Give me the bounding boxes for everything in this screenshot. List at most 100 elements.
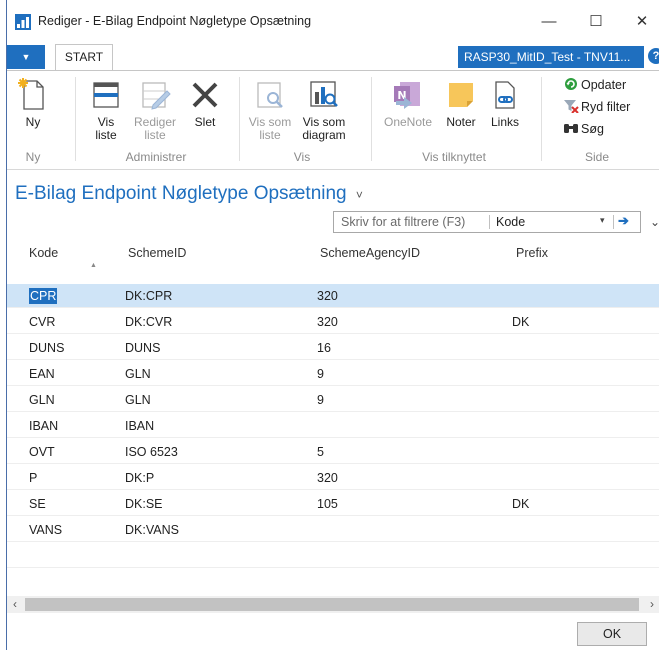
delete-button[interactable]: Slet (185, 77, 225, 129)
cell-agency[interactable]: 16 (317, 341, 331, 355)
refresh-button[interactable]: Opdater (563, 77, 626, 92)
table-row[interactable]: VANS DK:VANS (7, 518, 659, 542)
title-chevron-icon[interactable]: ˅ (356, 188, 363, 202)
sticky-note-icon (449, 83, 473, 107)
scroll-left-icon[interactable]: ‹ (7, 597, 23, 612)
table-row[interactable]: CVR DK:CVR 320 DK (7, 310, 659, 334)
cell-schemeid[interactable]: IBAN (125, 419, 154, 433)
cell-agency[interactable]: 9 (317, 393, 324, 407)
refresh-label: Opdater (581, 78, 627, 92)
column-header-kode[interactable]: Kode (29, 246, 58, 260)
cell-prefix[interactable]: DK (512, 497, 529, 511)
column-header-schemeid[interactable]: SchemeID (128, 246, 186, 260)
onenote-label: OneNote (383, 115, 433, 129)
show-as-chart-button[interactable]: Vis som diagram (299, 77, 349, 142)
chart-icon (310, 81, 338, 107)
cell-agency[interactable]: 320 (317, 289, 338, 303)
help-icon[interactable]: ? (648, 48, 659, 64)
scroll-right-icon[interactable]: › (644, 597, 659, 612)
cell-kode[interactable]: EAN (29, 367, 55, 381)
page-title-text: E-Bilag Endpoint Nøgletype Opsætning (15, 183, 347, 204)
clear-filter-label: Ryd filter (581, 100, 631, 114)
table-row[interactable]: GLN GLN 9 (7, 388, 659, 412)
group-label-side: Side (584, 150, 610, 164)
grid-header: Kode ▲ SchemeID SchemeAgencyID Prefix (7, 240, 659, 278)
clear-filter-button[interactable]: Ryd filter (563, 99, 630, 114)
table-row[interactable]: DUNS DUNS 16 (7, 336, 659, 360)
group-label-administrer: Administrer (125, 150, 187, 164)
onenote-button[interactable]: N OneNote (379, 77, 437, 129)
onenote-icon: N (394, 82, 420, 109)
scrollbar-thumb[interactable] (25, 598, 639, 611)
cell-kode[interactable]: P (29, 471, 37, 485)
edit-list-label-2: liste (144, 128, 166, 142)
group-separator (541, 77, 542, 161)
table-row[interactable]: P DK:P 320 (7, 466, 659, 490)
table-row[interactable]: CPR DK:CPR 320 (7, 284, 659, 308)
cell-agency[interactable]: 320 (317, 471, 338, 485)
column-header-prefix[interactable]: Prefix (516, 246, 548, 260)
cell-schemeid[interactable]: DK:SE (125, 497, 163, 511)
new-button-label: Ny (25, 115, 41, 129)
notes-button[interactable]: Noter (441, 77, 481, 129)
column-header-schemeagencyid[interactable]: SchemeAgencyID (320, 246, 420, 260)
close-button[interactable]: ✕ (628, 10, 656, 34)
search-button[interactable]: Søg (563, 121, 604, 136)
cell-schemeid[interactable]: DK:VANS (125, 523, 179, 537)
table-row[interactable]: IBAN IBAN (7, 414, 659, 438)
cell-prefix[interactable]: DK (512, 315, 529, 329)
cell-kode[interactable]: CPR (29, 288, 58, 304)
application-menu-button[interactable]: ▼ (7, 45, 45, 69)
new-button[interactable]: Ny (13, 77, 53, 129)
cell-schemeid[interactable]: DK:CVR (125, 315, 172, 329)
links-button[interactable]: Links (485, 77, 525, 129)
company-badge[interactable]: RASP30_MitID_Test - TNV11... (458, 46, 644, 68)
ribbon-tab-strip: ▼ START RASP30_MitID_Test - TNV11... ? (7, 44, 659, 70)
cell-kode[interactable]: GLN (29, 393, 55, 407)
minimize-button[interactable]: — (535, 10, 563, 34)
cell-schemeid[interactable]: DK:P (125, 471, 154, 485)
show-as-chart-label-2: diagram (302, 128, 346, 142)
ok-button[interactable]: OK (577, 622, 647, 646)
group-separator (75, 77, 76, 161)
cell-agency[interactable]: 320 (317, 315, 338, 329)
filter-search-box[interactable]: Skriv for at filtrere (F3) Kode ▾ ➔ (333, 211, 641, 233)
table-row[interactable]: EAN GLN 9 (7, 362, 659, 386)
horizontal-scrollbar[interactable]: ‹ › (7, 596, 659, 613)
cell-agency[interactable]: 5 (317, 445, 324, 459)
cell-kode[interactable]: DUNS (29, 341, 64, 355)
filter-divider (489, 215, 490, 229)
tab-start[interactable]: START (55, 44, 113, 70)
cell-schemeid[interactable]: GLN (125, 393, 151, 407)
filter-field-select[interactable]: Kode (496, 215, 525, 229)
cell-schemeid[interactable]: DUNS (125, 341, 160, 355)
expand-chevron-icon[interactable]: ⌄ (650, 215, 659, 229)
new-document-icon (18, 78, 44, 110)
cell-schemeid[interactable]: ISO 6523 (125, 445, 178, 459)
view-list-button[interactable]: Vis liste (85, 77, 127, 142)
maximize-button[interactable]: ☐ (582, 10, 610, 34)
notes-label: Noter (446, 115, 476, 129)
arrow-right-icon[interactable]: ➔ (618, 213, 629, 229)
page-title[interactable]: E-Bilag Endpoint Nøgletype Opsætning ˅ (15, 183, 363, 205)
cell-kode[interactable]: OVT (29, 445, 55, 459)
cell-kode[interactable]: VANS (29, 523, 62, 537)
view-list-label-2: liste (95, 128, 117, 142)
cell-schemeid[interactable]: GLN (125, 367, 151, 381)
chevron-down-icon[interactable]: ▾ (600, 215, 605, 226)
dialog-window: Rediger - E-Bilag Endpoint Nøgletype Ops… (6, 0, 659, 650)
cell-kode[interactable]: IBAN (29, 419, 58, 433)
show-as-list-button[interactable]: Vis som liste (247, 77, 293, 142)
cell-schemeid[interactable]: DK:CPR (125, 289, 172, 303)
filter-input[interactable]: Skriv for at filtrere (F3) (341, 215, 465, 229)
table-row[interactable]: SE DK:SE 105 DK (7, 492, 659, 516)
cell-kode[interactable]: CVR (29, 315, 55, 329)
table-row[interactable]: OVT ISO 6523 5 (7, 440, 659, 464)
edit-list-label-1: Rediger (133, 115, 177, 129)
cell-agency[interactable]: 105 (317, 497, 338, 511)
view-list-label-1: Vis (97, 115, 115, 129)
cell-kode[interactable]: SE (29, 497, 46, 511)
edit-list-button[interactable]: Rediger liste (131, 77, 179, 142)
table-row-empty[interactable] (7, 544, 659, 568)
cell-agency[interactable]: 9 (317, 367, 324, 381)
